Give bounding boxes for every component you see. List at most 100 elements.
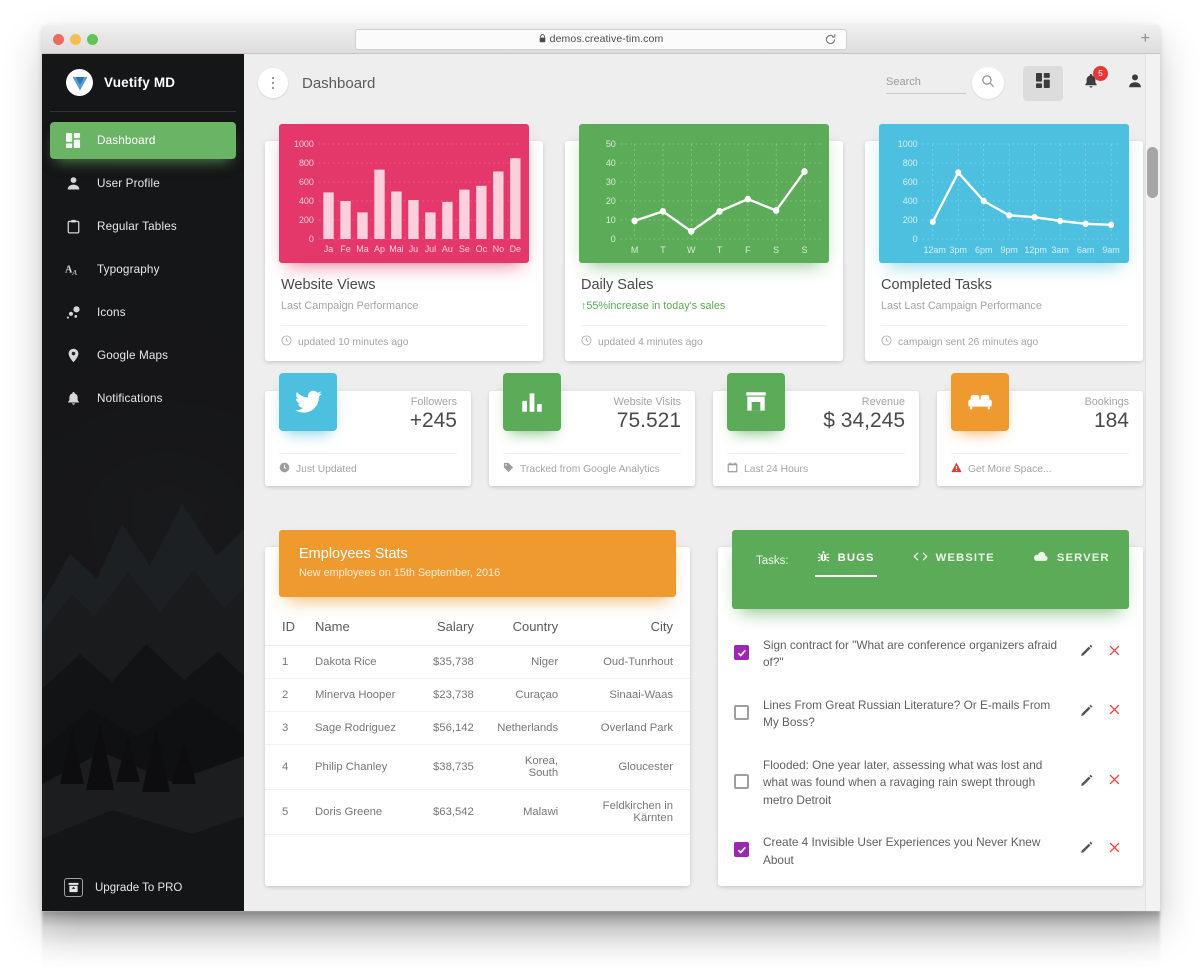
screenshot-root: demos.creative-tim.com + Vuetify MD Dash… — [0, 0, 1200, 972]
sidebar-item-google-maps[interactable]: Google Maps — [50, 337, 236, 374]
svg-text:Ja: Ja — [324, 244, 334, 254]
reload-icon[interactable] — [824, 33, 838, 47]
kebab-menu-icon[interactable] — [258, 68, 288, 98]
card-bookings: Bookings 184 Get More Space... — [937, 373, 1143, 486]
close-icon[interactable] — [1108, 703, 1121, 721]
person-icon — [1127, 73, 1143, 93]
sidebar-item-icons[interactable]: Icons — [50, 294, 236, 331]
task-checkbox[interactable] — [734, 842, 749, 858]
sidebar-item-dashboard[interactable]: Dashboard — [50, 122, 236, 159]
search-field[interactable] — [886, 72, 966, 94]
stat-value: 184 — [1093, 409, 1129, 432]
close-icon[interactable] — [1108, 773, 1121, 791]
main-area: Dashboard Search 5 1000 800 600 400 200 … — [244, 54, 1160, 911]
user-account-button[interactable] — [1127, 73, 1143, 94]
search-button[interactable] — [972, 67, 1004, 99]
stat-footer-text: Get More Space... — [968, 463, 1052, 475]
svg-text:3pm: 3pm — [950, 245, 968, 255]
task-checkbox[interactable] — [734, 704, 749, 720]
stat-footer: Get More Space... — [951, 453, 1129, 476]
card-employees-stats: Employees Stats New employees on 15th Se… — [265, 530, 690, 887]
banner-subtitle: New employees on 15th September, 2016 — [299, 567, 501, 579]
close-icon[interactable] — [1108, 644, 1121, 662]
notification-badge: 5 — [1093, 65, 1108, 81]
col-id[interactable]: ID — [265, 611, 305, 646]
sidebar-item-label: Regular Tables — [97, 220, 177, 233]
task-checkbox[interactable] — [734, 773, 749, 789]
window-controls[interactable] — [53, 34, 98, 45]
cell-name: Dakota Rice — [305, 645, 423, 679]
apps-grid-button[interactable] — [1023, 65, 1063, 101]
cell-id: 1 — [265, 645, 305, 679]
svg-text:10: 10 — [606, 215, 616, 225]
new-tab-button[interactable]: + — [1141, 31, 1150, 47]
card-footer: updated 4 minutes ago — [581, 325, 827, 349]
sidebar-item-typography[interactable]: AA Typography — [50, 251, 236, 288]
dashboard-content: 1000 800 600 400 200 0 Ja Fe Ma Ap Mai J… — [244, 112, 1160, 887]
tab-website[interactable]: WEBSITE — [911, 544, 997, 577]
search-input[interactable] — [886, 74, 966, 94]
svg-text:9pm: 9pm — [1000, 245, 1018, 255]
cell-name: Doris Greene — [305, 789, 423, 835]
address-bar[interactable]: demos.creative-tim.com — [355, 29, 847, 50]
cell-country: Korea, South — [483, 744, 569, 790]
task-actions — [1080, 832, 1137, 859]
task-checkbox[interactable] — [734, 645, 749, 660]
cell-name: Sage Rodriguez — [305, 711, 423, 745]
col-name[interactable]: Name — [305, 611, 423, 646]
vertical-scrollbar[interactable] — [1145, 54, 1160, 911]
close-window-button[interactable] — [53, 34, 64, 45]
svg-text:800: 800 — [903, 158, 918, 168]
table-row: 3 Sage Rodriguez $56,142 Netherlands Ove… — [265, 711, 690, 745]
apps-grid-icon — [1035, 73, 1051, 93]
svg-text:S: S — [801, 245, 807, 255]
stat-value: 75.521 — [616, 409, 681, 432]
pencil-icon[interactable] — [1080, 703, 1094, 722]
col-salary[interactable]: Salary — [423, 611, 484, 646]
card-tasks: Tasks: BUGS WEBSITE SERVER Sign contract… — [718, 530, 1143, 887]
sidebar-item-user-profile[interactable]: User Profile — [50, 165, 236, 202]
maximize-window-button[interactable] — [87, 34, 98, 45]
col-city[interactable]: City — [568, 611, 690, 646]
svg-text:M: M — [631, 245, 638, 255]
tab-server[interactable]: SERVER — [1031, 545, 1112, 577]
task-actions — [1080, 755, 1137, 792]
sidebar-item-regular-tables[interactable]: Regular Tables — [50, 208, 236, 245]
tab-bugs[interactable]: BUGS — [814, 544, 877, 577]
tab-label: BUGS — [837, 552, 875, 564]
vuetify-logo-icon — [66, 69, 93, 96]
svg-text:Jul: Jul — [425, 244, 436, 254]
svg-text:1000: 1000 — [294, 139, 314, 149]
stat-footer: Last 24 Hours — [727, 453, 905, 476]
stat-label: Followers — [410, 396, 457, 408]
stat-top: Bookings 184 — [937, 373, 1143, 447]
card-body: Website Views Last Campaign Performance — [265, 263, 543, 312]
notifications-button[interactable]: 5 — [1083, 65, 1108, 94]
close-icon[interactable] — [1108, 841, 1121, 859]
svg-text:A: A — [71, 268, 77, 277]
warning-icon — [951, 462, 962, 476]
col-country[interactable]: Country — [483, 611, 569, 646]
unarchive-icon — [64, 878, 83, 897]
tag-icon — [503, 462, 514, 476]
minimize-window-button[interactable] — [70, 34, 81, 45]
sidebar: Vuetify MD Dashboard User Profile Regula… — [42, 54, 244, 911]
bug-icon — [817, 550, 830, 566]
sofa-icon — [951, 373, 1009, 431]
scrollbar-thumb[interactable] — [1147, 147, 1158, 198]
card-website-visits: Website Visits 75.521 Tracked from Googl… — [489, 373, 695, 486]
task-list: Sign contract for "What are conference o… — [718, 609, 1143, 886]
daily-sales-chart: 50 40 30 20 10 0 M T W T F S S — [579, 124, 829, 263]
upgrade-to-pro-button[interactable]: Upgrade To PRO — [42, 878, 244, 897]
search-icon — [981, 74, 995, 93]
brand[interactable]: Vuetify MD — [50, 54, 236, 112]
sidebar-item-notifications[interactable]: Notifications — [50, 380, 236, 417]
pencil-icon[interactable] — [1080, 840, 1094, 859]
card-subtitle: ↑55%increase in today's sales — [581, 300, 827, 312]
clock-icon — [279, 462, 290, 476]
sidebar-item-label: User Profile — [97, 177, 160, 190]
clock-icon — [581, 335, 592, 349]
pencil-icon[interactable] — [1080, 773, 1094, 792]
pencil-icon[interactable] — [1080, 643, 1094, 662]
svg-text:Au: Au — [442, 244, 453, 254]
